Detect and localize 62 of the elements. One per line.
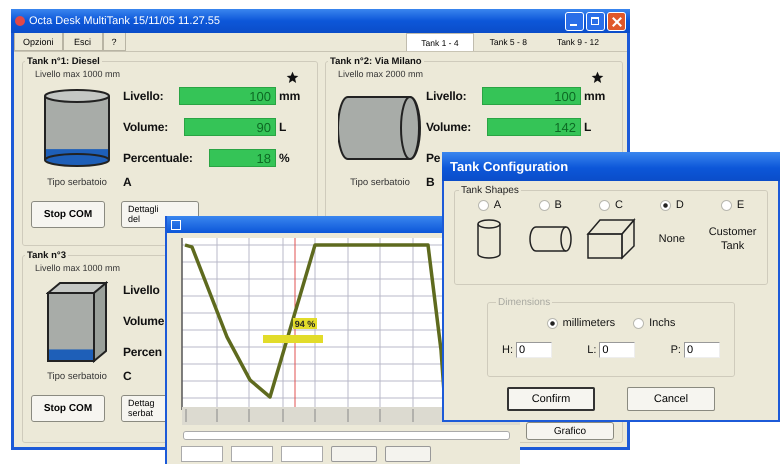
reading-value: 100 bbox=[179, 87, 276, 105]
reading-label: Percen bbox=[123, 345, 162, 359]
reading-label: Pe bbox=[426, 151, 440, 165]
reading-label: Livello: bbox=[123, 89, 164, 103]
dialog-button[interactable]: Confirm bbox=[507, 387, 595, 411]
radio-label: D bbox=[676, 199, 684, 211]
type-value: A bbox=[123, 175, 133, 189]
type-label: Tipo serbatoio bbox=[46, 370, 108, 382]
type-label: Tipo serbatoio bbox=[349, 176, 411, 188]
shape-caption: None bbox=[658, 232, 685, 246]
reading-label: Volume bbox=[123, 314, 164, 328]
radio-label: E bbox=[736, 199, 744, 211]
value-tag: 94 % bbox=[293, 318, 317, 329]
menu-item[interactable]: ? bbox=[102, 33, 126, 51]
max-level-text: Livello max 2000 mm bbox=[338, 69, 424, 79]
group-title: Tank Shapes bbox=[460, 185, 520, 196]
reading-value: 90 bbox=[184, 118, 276, 136]
unit-label: % bbox=[278, 151, 291, 165]
max-level-text: Livello max 1000 mm bbox=[35, 69, 120, 79]
menu-item[interactable]: Opzioni bbox=[14, 33, 63, 51]
unit-label: L bbox=[583, 120, 592, 134]
input-field[interactable]: 0 bbox=[684, 342, 720, 358]
reading-label: Livello bbox=[123, 283, 160, 297]
reading-label: Volume: bbox=[426, 120, 472, 134]
type-value: B bbox=[426, 175, 436, 189]
panel-title: Tank n°1: Diesel bbox=[26, 56, 101, 67]
radio-label: millimeters bbox=[562, 317, 616, 329]
input-field[interactable]: 0 bbox=[516, 342, 552, 358]
reading-value: 100 bbox=[482, 87, 581, 105]
radio-label: C bbox=[615, 199, 623, 211]
reading-value: 18 bbox=[208, 149, 276, 167]
type-label: Tipo serbatoio bbox=[46, 176, 108, 188]
field-label: H: bbox=[502, 344, 513, 356]
reading-label: Volume: bbox=[123, 120, 168, 134]
tab[interactable]: Tank 9 - 12 bbox=[542, 33, 613, 51]
input-field[interactable]: 0 bbox=[599, 342, 636, 358]
window-title: Octa Desk MultiTank 15/11/05 11.27.55 bbox=[29, 15, 220, 27]
max-level-text: Livello max 1000 mm bbox=[35, 263, 120, 273]
unit-label: L bbox=[278, 120, 288, 134]
field-label: L: bbox=[587, 344, 596, 356]
radio-label: A bbox=[494, 199, 502, 211]
panel-button[interactable]: Stop COM bbox=[31, 395, 105, 422]
tab[interactable]: Tank 5 - 8 bbox=[476, 33, 541, 51]
reading-label: Percentuale: bbox=[123, 151, 193, 165]
panel-button[interactable]: Grafico bbox=[526, 422, 614, 440]
group-title: Dimensions bbox=[497, 297, 552, 308]
dialog-button[interactable]: Cancel bbox=[627, 387, 715, 411]
radio-label: B bbox=[554, 199, 562, 211]
shape-caption: Customer Tank bbox=[708, 224, 758, 254]
reading-label: Livello: bbox=[426, 89, 466, 103]
menu-item[interactable]: Esci bbox=[62, 33, 103, 51]
unit-label: mm bbox=[278, 89, 302, 103]
panel-title: Tank n°3 bbox=[26, 250, 67, 261]
panel-title: Tank n°2: Via Milano bbox=[329, 56, 423, 67]
radio-label: Inchs bbox=[649, 317, 676, 329]
tab[interactable]: Tank 1 - 4 bbox=[406, 33, 474, 51]
dialog-title: Tank Configuration bbox=[450, 159, 568, 174]
type-value: C bbox=[123, 369, 133, 383]
unit-label: mm bbox=[583, 89, 606, 103]
panel-button[interactable]: Stop COM bbox=[31, 201, 105, 228]
reading-value: 142 bbox=[487, 118, 581, 136]
field-label: P: bbox=[670, 344, 681, 356]
